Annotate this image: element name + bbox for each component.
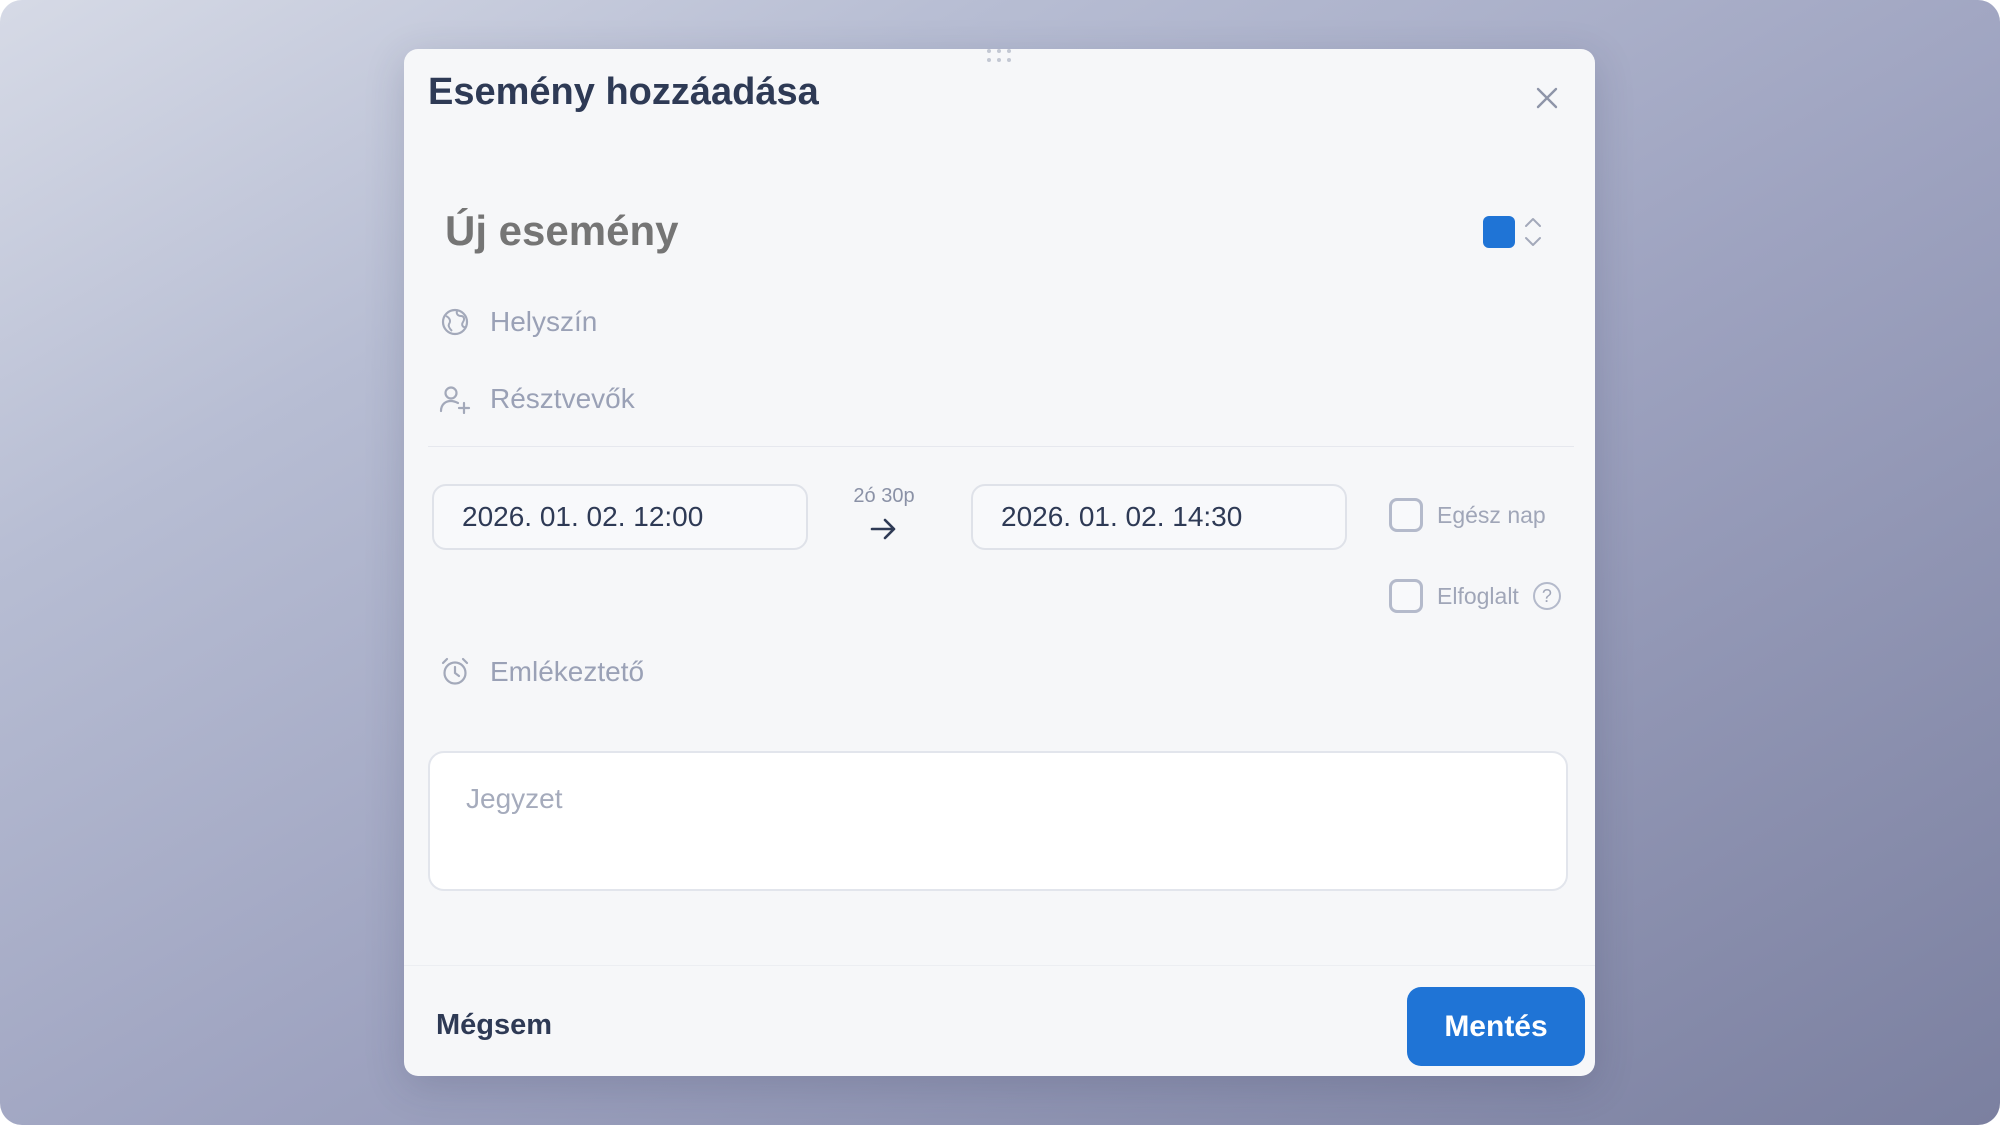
attendees-field[interactable]: Résztvevők [438, 382, 635, 416]
reminder-label: Emlékeztető [490, 656, 645, 687]
color-picker[interactable] [1483, 212, 1547, 252]
all-day-option[interactable]: Egész nap [1389, 498, 1546, 532]
all-day-checkbox[interactable] [1389, 498, 1423, 532]
location-label: Helyszín [490, 306, 598, 337]
color-swatch [1483, 216, 1515, 248]
attendees-label: Résztvevők [490, 383, 635, 414]
end-datetime-input[interactable]: 2026. 01. 02. 14:30 [971, 484, 1347, 550]
location-field[interactable]: Helyszín [438, 305, 597, 339]
note-textarea[interactable]: Jegyzet [428, 751, 1568, 891]
busy-label: Elfoglalt [1437, 582, 1519, 609]
duration-label: 2ó 30p [853, 485, 915, 507]
add-event-dialog: Esemény hozzáadása Helyszín [404, 49, 1595, 1076]
globe-icon [438, 305, 472, 339]
close-button[interactable] [1530, 81, 1564, 115]
cancel-button[interactable]: Mégsem [436, 1009, 552, 1042]
arrow-right-icon [870, 518, 896, 540]
save-button[interactable]: Mentés [1407, 987, 1585, 1066]
chevron-updown-icon [1525, 218, 1541, 246]
busy-checkbox[interactable] [1389, 579, 1423, 613]
help-icon[interactable]: ? [1532, 582, 1561, 610]
backdrop: Esemény hozzáadása Helyszín [0, 0, 2000, 1125]
divider [428, 446, 1574, 447]
event-name-input[interactable] [445, 207, 1345, 255]
all-day-label: Egész nap [1437, 501, 1546, 528]
alarm-clock-icon [438, 655, 472, 689]
close-icon [1536, 87, 1558, 109]
dialog-title: Esemény hozzáadása [428, 71, 819, 113]
reminder-field[interactable]: Emlékeztető [438, 655, 644, 689]
busy-option[interactable]: Elfoglalt ? [1389, 579, 1561, 613]
drag-handle-icon[interactable] [984, 49, 1014, 63]
footer-divider [404, 965, 1595, 966]
user-plus-icon [438, 382, 472, 416]
start-datetime-input[interactable]: 2026. 01. 02. 12:00 [432, 484, 808, 550]
